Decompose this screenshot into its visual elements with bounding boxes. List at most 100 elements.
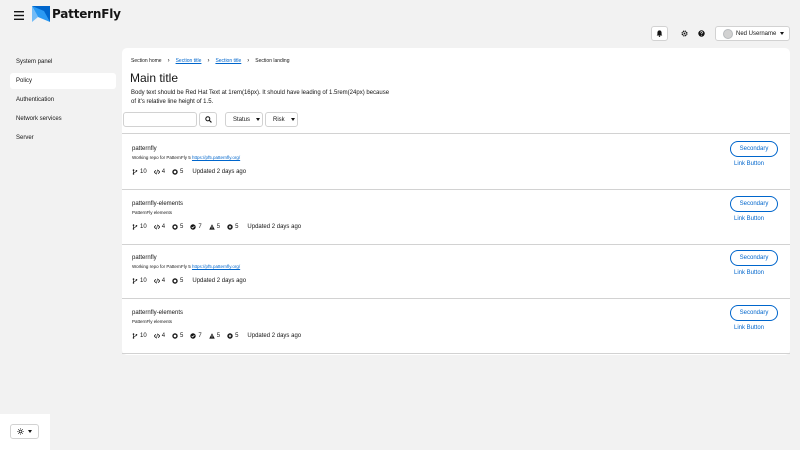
sidebar-item-policy[interactable]: Policy	[10, 73, 116, 89]
repo-description: Working repo for PatternFly 5 https://pf…	[132, 155, 240, 160]
repo-description: PatternFly elements	[132, 319, 173, 324]
warning-triangle-icon	[208, 333, 215, 339]
warnings-stat: 5	[208, 333, 221, 339]
chevron-right-icon: ›	[167, 58, 170, 64]
search-icon	[204, 116, 212, 123]
check-circle-icon	[190, 333, 197, 339]
commits-count: 4	[161, 169, 166, 175]
cube-icon	[172, 224, 178, 230]
code-icon	[153, 333, 160, 339]
code-branch-icon	[132, 169, 138, 175]
commits-stat: 4	[153, 169, 166, 175]
branches-count: 10	[140, 333, 147, 339]
branches-count: 10	[140, 169, 147, 175]
warnings-count: 5	[216, 333, 221, 339]
search-button[interactable]	[199, 112, 217, 127]
search-input[interactable]	[123, 112, 197, 127]
checks-stat: 7	[190, 333, 202, 339]
copies-stat: 5	[172, 333, 183, 339]
secondary-button[interactable]: Secondary	[730, 305, 778, 321]
gear-icon	[680, 30, 688, 37]
repo-link[interactable]: https://pf5.patternfly.org/	[192, 155, 240, 160]
breadcrumb-link[interactable]: Section title	[176, 58, 202, 64]
checks-stat: 7	[190, 224, 202, 230]
copies-stat: 5	[172, 224, 183, 230]
list-item: patternfly-elements PatternFly elements …	[122, 191, 790, 245]
copies-stat: 5	[172, 169, 183, 175]
sidebar-item-authentication[interactable]: Authentication	[10, 92, 116, 108]
list-item: patternfly Working repo for PatternFly 5…	[122, 136, 790, 190]
sidebar-item-system-panel[interactable]: System panel	[10, 54, 116, 70]
repo-link[interactable]: https://pf5.patternfly.org/	[192, 264, 240, 269]
code-icon	[153, 278, 160, 284]
link-button[interactable]: Link Button	[734, 216, 764, 222]
code-branch-icon	[132, 278, 138, 284]
errors-stat: 5	[227, 333, 238, 339]
code-branch-icon	[132, 333, 138, 339]
repo-description: Working repo for PatternFly 5 https://pf…	[132, 264, 240, 269]
cube-icon	[172, 169, 178, 175]
help-icon	[697, 30, 705, 37]
repo-description: PatternFly elements	[132, 210, 173, 215]
check-circle-icon	[190, 224, 197, 230]
branches-stat: 10	[132, 278, 147, 284]
updated-text: Updated 2 days ago	[247, 333, 302, 339]
status-filter[interactable]: Status	[225, 112, 263, 127]
branches-count: 10	[140, 278, 147, 284]
secondary-button[interactable]: Secondary	[730, 250, 778, 266]
cube-icon	[172, 333, 178, 339]
main-content: Section home › Section title › Section t…	[122, 48, 790, 355]
caret-down-icon	[28, 430, 32, 433]
breadcrumb-link[interactable]: Section title	[215, 58, 241, 64]
breadcrumb-current: Section landing	[255, 58, 290, 64]
toolbar: Status Risk	[122, 112, 790, 134]
list-item: patternfly Working repo for PatternFly 5…	[122, 245, 790, 299]
copies-count: 5	[180, 224, 184, 230]
checks-count: 7	[198, 333, 202, 339]
repo-name: patternfly-elements	[132, 310, 184, 316]
errors-stat: 5	[227, 224, 238, 230]
link-button[interactable]: Link Button	[734, 325, 764, 331]
help-button[interactable]	[696, 26, 706, 41]
notifications-button[interactable]	[651, 26, 668, 41]
checks-count: 7	[198, 224, 202, 230]
masthead: PatternFly Ned Username	[0, 0, 800, 48]
risk-filter-label: Risk	[273, 116, 285, 123]
link-button[interactable]: Link Button	[734, 270, 764, 276]
settings-button[interactable]	[679, 26, 689, 41]
sun-icon	[17, 428, 24, 435]
repo-desc-text: Working repo for PatternFly 5	[132, 264, 192, 269]
caret-down-icon	[290, 118, 295, 121]
risk-filter[interactable]: Risk	[265, 112, 298, 127]
brand-logo[interactable]: PatternFly	[32, 6, 121, 22]
avatar	[723, 28, 733, 39]
secondary-button[interactable]: Secondary	[730, 141, 778, 157]
commits-stat: 4	[153, 224, 166, 230]
repo-desc-text: Working repo for PatternFly 5	[132, 155, 192, 160]
sidebar-item-server[interactable]: Server	[10, 130, 116, 146]
repo-stats: 10 4 5 Updated 2 days ago	[132, 169, 246, 175]
commits-count: 4	[161, 224, 166, 230]
branches-stat: 10	[132, 224, 147, 230]
code-icon	[153, 169, 160, 175]
status-filter-label: Status	[233, 116, 251, 123]
hamburger-icon[interactable]	[12, 8, 26, 22]
repo-stats: 10 4 5 7 5 5 Updated 2 days ago	[132, 224, 301, 230]
commits-count: 4	[161, 278, 166, 284]
repo-name: patternfly-elements	[132, 201, 184, 207]
theme-toggle-button[interactable]	[10, 424, 39, 439]
breadcrumb-item[interactable]: Section home	[131, 58, 162, 64]
sidebar-item-network-services[interactable]: Network services	[10, 111, 116, 127]
updated-text: Updated 2 days ago	[192, 169, 247, 175]
user-menu-toggle[interactable]: Ned Username	[715, 26, 790, 41]
secondary-button[interactable]: Secondary	[730, 196, 778, 212]
repo-stats: 10 4 5 7 5 5 Updated 2 days ago	[132, 333, 301, 339]
link-button[interactable]: Link Button	[734, 161, 764, 167]
code-branch-icon	[132, 224, 138, 230]
chevron-right-icon: ›	[247, 58, 250, 64]
warnings-stat: 5	[208, 224, 220, 230]
caret-down-icon	[780, 32, 785, 35]
caret-down-icon	[256, 118, 261, 121]
warning-triangle-icon	[208, 224, 215, 230]
page-title: Main title	[130, 71, 179, 85]
